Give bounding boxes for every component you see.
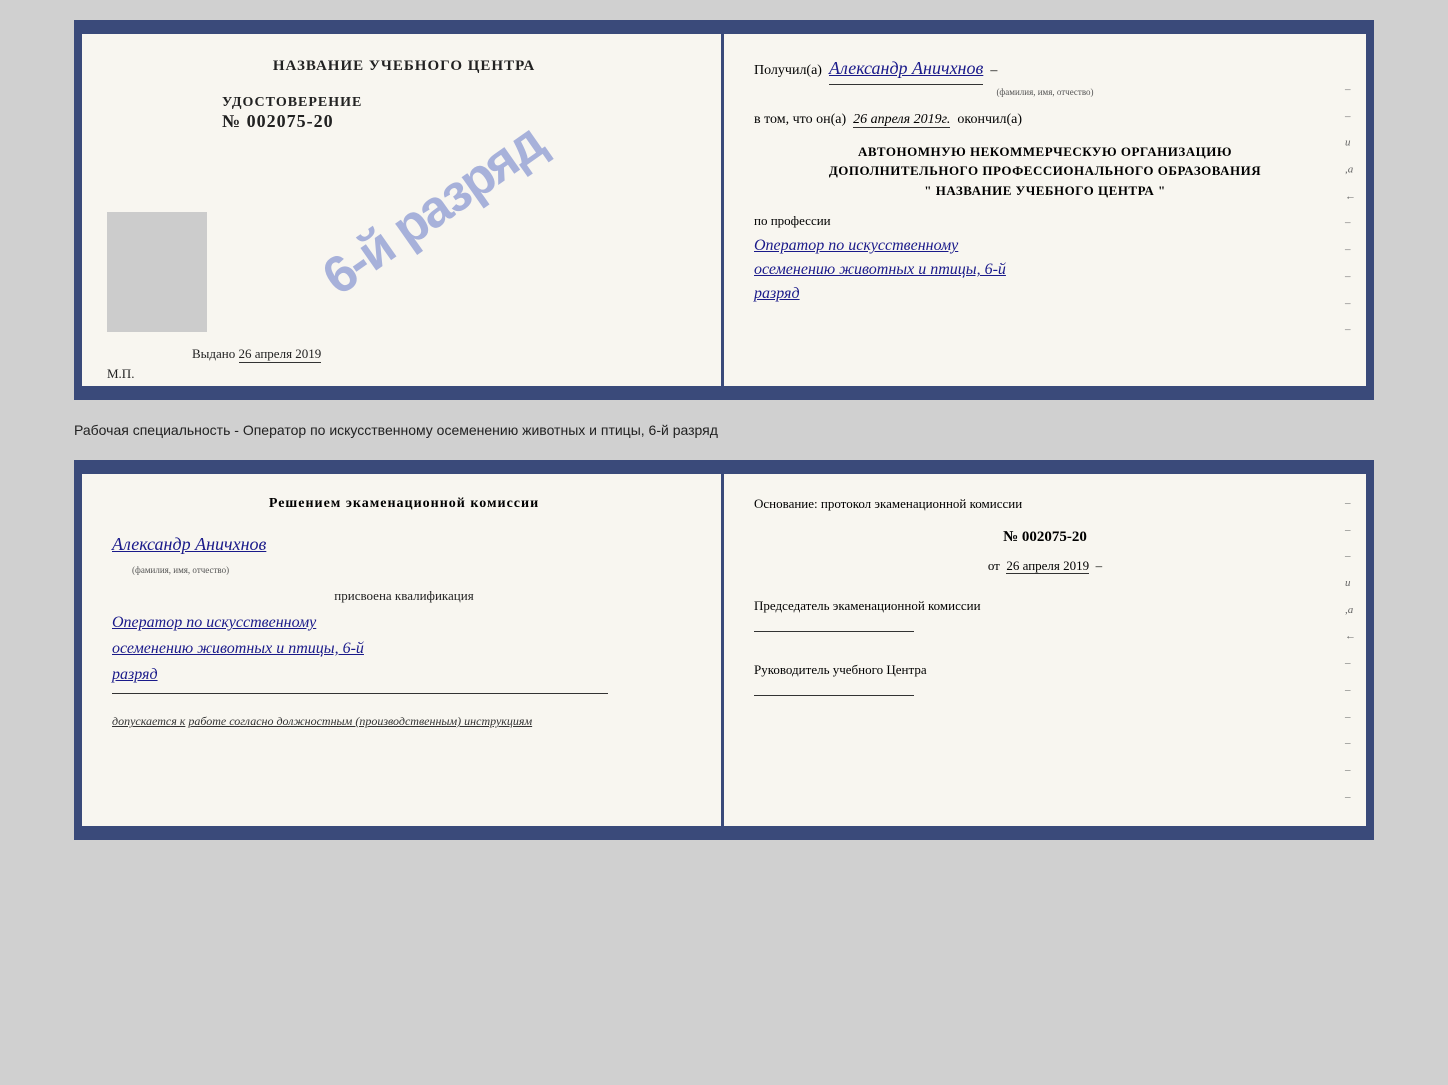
protocol-date: от 26 апреля 2019 – — [754, 555, 1336, 577]
prisvoena-label: присвоена квалификация — [112, 586, 696, 607]
rukov-block: Руководитель учебного Центра — [754, 659, 1336, 703]
recipient-sublabel: (фамилия, имя, отчество) — [754, 85, 1336, 100]
vydano-line: Выдано 26 апреля 2019 — [192, 346, 321, 362]
udost-label: УДОСТОВЕРЕНИЕ — [222, 95, 696, 111]
preds-signature-line — [754, 631, 914, 632]
vtom-line: в том, что он(а) 26 апреля 2019г. окончи… — [754, 108, 1336, 132]
preds-label: Председатель экаменационной комиссии — [754, 595, 1336, 617]
recipient-name: Александр Аничхнов — [829, 53, 983, 85]
profession-text: Оператор по искусственному осеменению жи… — [754, 234, 1336, 306]
osnovanie-label: Основание: протокол экаменационной комис… — [754, 493, 1336, 515]
bottom-person-name: Александр Аничхнов — [112, 530, 696, 559]
completion-date: 26 апреля 2019г. — [853, 112, 950, 128]
stamp-razryad: 6-й разряд — [312, 113, 555, 308]
preds-block: Председатель экаменационной комиссии — [754, 595, 1336, 639]
qualification-text: Оператор по искусственному осеменению жи… — [112, 610, 696, 687]
komissia-header: Решением экаменационной комиссии — [112, 493, 696, 515]
vydano-date: 26 апреля 2019 — [239, 346, 322, 363]
org-block: АВТОНОМНУЮ НЕКОММЕРЧЕСКУЮ ОРГАНИЗАЦИЮ ДО… — [754, 142, 1336, 201]
dopuskaetsya-line: допускается к работе согласно должностны… — [112, 712, 696, 731]
poluchil-label: Получил(а) — [754, 63, 822, 78]
prof-label: по профессии — [754, 210, 1336, 232]
right-side-marks: – – – и ,а ← – – – – – – — [1345, 494, 1356, 806]
protocol-num: № 002075-20 — [754, 525, 1336, 551]
udost-num: № 002075-20 — [222, 111, 696, 132]
specialty-text: Рабочая специальность - Оператор по иску… — [74, 416, 1374, 444]
photo-placeholder — [107, 212, 207, 332]
rukov-label: Руководитель учебного Центра — [754, 659, 1336, 681]
training-center-title: НАЗВАНИЕ УЧЕБНОГО ЦЕНТРА — [112, 58, 696, 75]
mp-label: М.П. — [107, 366, 134, 382]
side-marks: – – и ,а ← – – – – – — [1345, 81, 1356, 340]
recipient-line: Получил(а) Александр Аничхнов – (фамилия… — [754, 53, 1336, 100]
rukov-signature-line — [754, 695, 914, 696]
bottom-person-sublabel: (фамилия, имя, отчество) — [132, 563, 696, 577]
